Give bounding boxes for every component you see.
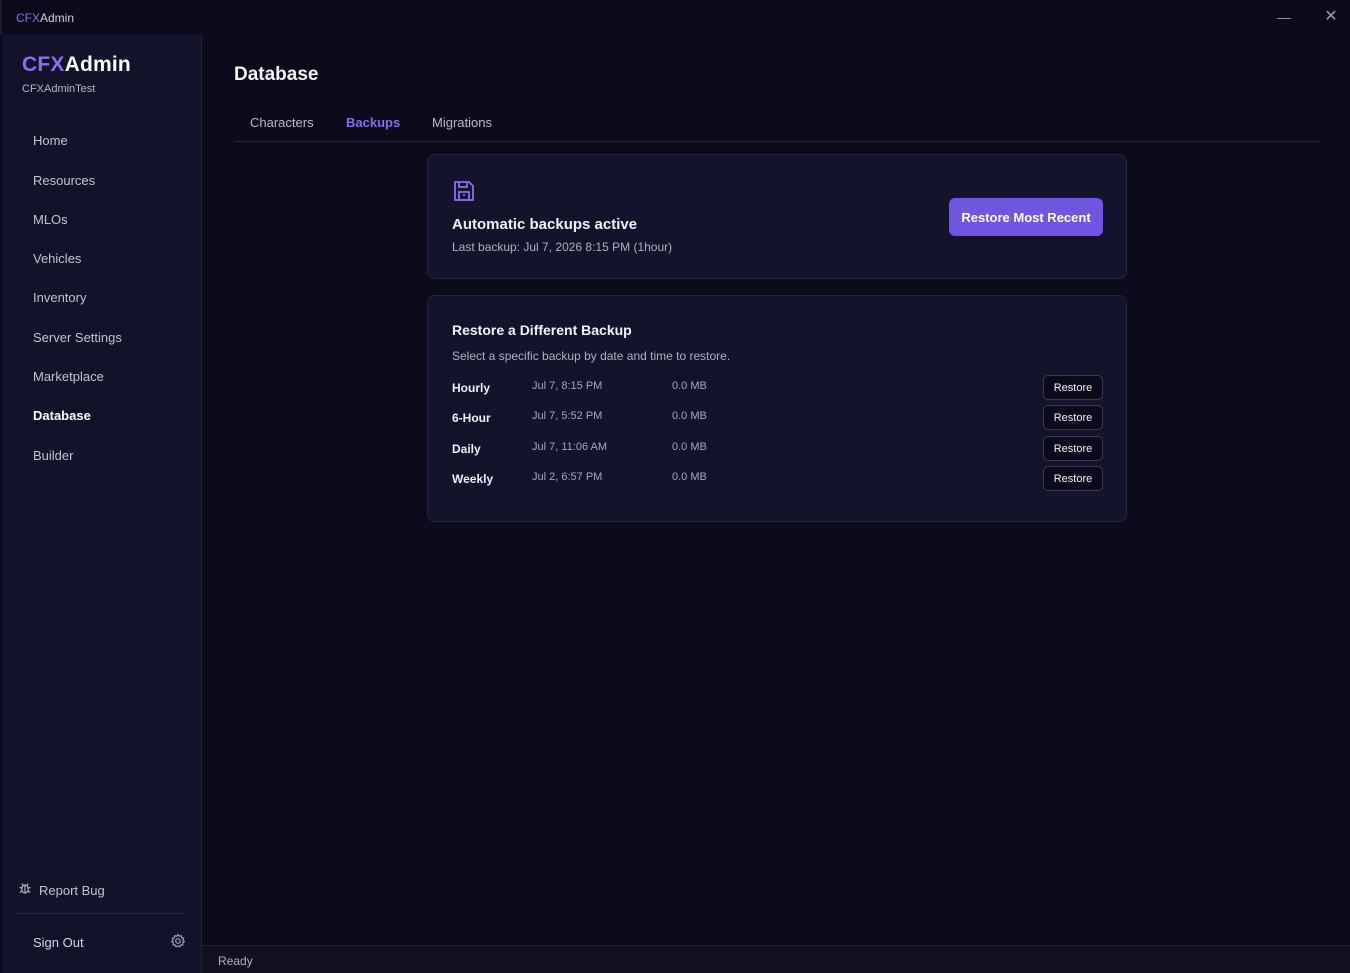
backup-type: 6-Hour bbox=[452, 411, 491, 425]
close-button[interactable]: ✕ bbox=[1319, 6, 1343, 28]
sidebar-item-database[interactable]: Database bbox=[33, 408, 91, 423]
sidebar-item-vehicles[interactable]: Vehicles bbox=[33, 251, 81, 266]
sidebar-item-home[interactable]: Home bbox=[33, 133, 68, 148]
sidebar-item-mlos[interactable]: MLOs bbox=[33, 212, 68, 227]
window-title-rest: Admin bbox=[40, 11, 75, 25]
window-titlebar: CFXAdmin — ✕ bbox=[0, 0, 1350, 35]
backup-date: Jul 7, 8:15 PM bbox=[532, 380, 603, 392]
restore-most-recent-button[interactable]: Restore Most Recent bbox=[949, 198, 1103, 236]
backup-status-card: Automatic backups active Last backup: Ju… bbox=[427, 154, 1127, 279]
sidebar-item-resources[interactable]: Resources bbox=[33, 173, 95, 188]
window-title: CFXAdmin bbox=[16, 11, 74, 25]
backup-row: Hourly Jul 7, 8:15 PM 0.0 MB Restore bbox=[452, 375, 1104, 401]
sidebar: CFXAdmin CFXAdminTest Home Resources MLO… bbox=[2, 35, 202, 973]
window-title-accent: CFX bbox=[16, 11, 40, 25]
backup-status-title: Automatic backups active bbox=[452, 216, 638, 233]
brand-accent: CFX bbox=[22, 53, 65, 76]
backup-size: 0.0 MB bbox=[672, 441, 707, 453]
gear-icon bbox=[170, 933, 186, 953]
backup-date: Jul 7, 11:06 AM bbox=[532, 441, 608, 453]
floppy-disk-icon bbox=[452, 179, 476, 208]
tab-characters[interactable]: Characters bbox=[250, 115, 314, 130]
backup-type: Daily bbox=[452, 442, 481, 456]
settings-button[interactable] bbox=[170, 933, 186, 954]
tab-migrations[interactable]: Migrations bbox=[432, 115, 492, 130]
restore-6-hour-button[interactable]: Restore bbox=[1043, 405, 1103, 430]
restore-section-description: Select a specific backup by date and tim… bbox=[452, 349, 731, 363]
restore-backup-card: Restore a Different Backup Select a spec… bbox=[427, 295, 1127, 522]
tab-bar: Characters Backups Migrations bbox=[234, 112, 1320, 142]
sign-out-button[interactable]: Sign Out bbox=[33, 935, 84, 950]
report-bug-button[interactable]: Report Bug bbox=[18, 881, 105, 900]
last-backup-text: Last backup: Jul 7, 2026 8:15 PM (1hour) bbox=[452, 240, 673, 254]
minimize-button[interactable]: — bbox=[1272, 6, 1296, 28]
backup-size: 0.0 MB bbox=[672, 410, 707, 422]
restore-weekly-button[interactable]: Restore bbox=[1043, 466, 1103, 491]
sidebar-divider bbox=[17, 913, 185, 914]
backup-date: Jul 7, 5:52 PM bbox=[532, 410, 603, 422]
backup-size: 0.0 MB bbox=[672, 471, 707, 483]
tab-backups[interactable]: Backups bbox=[346, 115, 400, 130]
backup-size: 0.0 MB bbox=[672, 380, 707, 392]
server-name: CFXAdminTest bbox=[22, 83, 96, 95]
status-text: Ready bbox=[218, 954, 253, 968]
sidebar-item-builder[interactable]: Builder bbox=[33, 448, 73, 463]
backup-date: Jul 2, 6:57 PM bbox=[532, 471, 603, 483]
brand-logo: CFXAdmin bbox=[22, 53, 131, 77]
brand-rest: Admin bbox=[64, 53, 131, 76]
sidebar-item-server-settings[interactable]: Server Settings bbox=[33, 330, 122, 345]
report-bug-label: Report Bug bbox=[39, 883, 105, 898]
backup-row: 6-Hour Jul 7, 5:52 PM 0.0 MB Restore bbox=[452, 405, 1104, 431]
sidebar-item-inventory[interactable]: Inventory bbox=[33, 290, 86, 305]
status-bar: Ready bbox=[202, 945, 1350, 973]
backup-type: Hourly bbox=[452, 381, 491, 395]
restore-hourly-button[interactable]: Restore bbox=[1043, 375, 1103, 400]
backup-row: Daily Jul 7, 11:06 AM 0.0 MB Restore bbox=[452, 436, 1104, 462]
page-title: Database bbox=[234, 64, 319, 85]
backup-row: Weekly Jul 2, 6:57 PM 0.0 MB Restore bbox=[452, 466, 1104, 492]
restore-daily-button[interactable]: Restore bbox=[1043, 436, 1103, 461]
bug-icon bbox=[18, 881, 32, 900]
restore-section-title: Restore a Different Backup bbox=[452, 322, 632, 338]
sidebar-item-marketplace[interactable]: Marketplace bbox=[33, 369, 104, 384]
backup-type: Weekly bbox=[452, 472, 494, 486]
